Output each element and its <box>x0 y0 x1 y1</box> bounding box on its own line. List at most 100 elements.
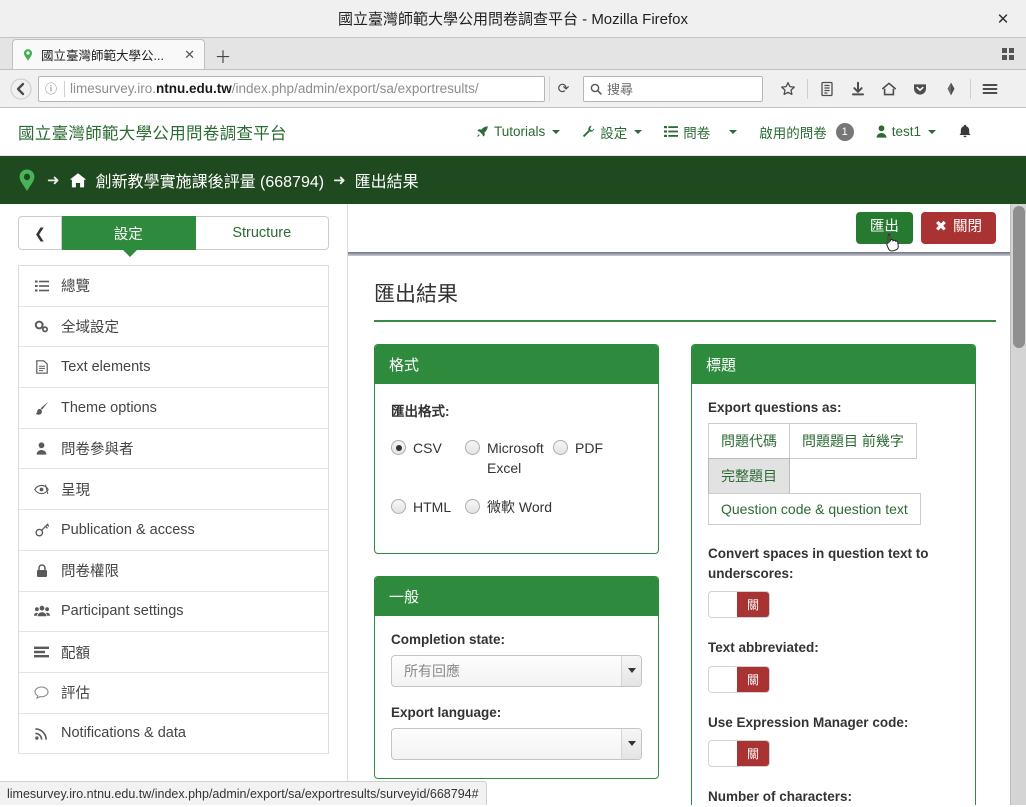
sync-icon[interactable] <box>936 75 966 103</box>
sidebar-item-global-settings[interactable]: 全域設定 <box>19 307 328 348</box>
new-tab-button[interactable]: ＋ <box>209 41 237 69</box>
bell-icon <box>958 124 972 139</box>
main-panel: 匯出 ✖ 關閉 匯出結果 格式 匯出格式: CSV Microsoft Exce… <box>348 204 1026 805</box>
sidebar-item-overview[interactable]: 總覽 <box>19 266 328 307</box>
sidebar-item-quotas[interactable]: 配額 <box>19 632 328 673</box>
export-language-select[interactable] <box>391 727 642 760</box>
convert-spaces-toggle[interactable]: 關 <box>708 591 770 619</box>
star-icon[interactable] <box>773 75 803 103</box>
app-navbar: 國立臺灣師範大學公用問卷調查平台 Tutorials 設定 問卷 啟用的問卷 1… <box>0 108 1026 156</box>
toggle-state-label: 關 <box>737 666 769 692</box>
completion-state-label: Completion state: <box>391 631 506 647</box>
nav-label-user: test1 <box>891 124 921 139</box>
pocket-icon[interactable] <box>905 75 935 103</box>
radio-pdf-input[interactable] <box>553 440 568 455</box>
tab-close-icon[interactable]: ✕ <box>181 47 198 63</box>
breadcrumb-survey[interactable]: 創新教學實施課後評量 (668794) <box>96 168 325 192</box>
chevron-down-icon <box>928 129 936 134</box>
sidebar-item-notifications-data[interactable]: Notifications & data <box>19 714 328 755</box>
question-format-full-button[interactable]: 完整題目 <box>708 458 790 494</box>
page-scrollbar[interactable] <box>1010 204 1026 805</box>
sidebar-item-publication-access[interactable]: Publication & access <box>19 510 328 551</box>
browser-tab[interactable]: 國立臺灣師範大學公... ✕ <box>12 39 205 69</box>
nav-label-tutorials: Tutorials <box>493 124 546 139</box>
sidebar-collapse-button[interactable]: ❮ <box>18 216 62 250</box>
export-format-label: 匯出格式: <box>391 404 450 419</box>
page-scrollbar-thumb[interactable] <box>1013 206 1025 348</box>
sidebar-item-label: Text elements <box>61 359 151 376</box>
close-button[interactable]: ✖ 關閉 <box>920 212 996 244</box>
radio-word-input[interactable] <box>465 498 480 514</box>
sidebar-item-survey-participants[interactable]: 問卷參與者 <box>19 429 328 470</box>
window-close-button[interactable]: ✕ <box>990 6 1016 32</box>
active-surveys-badge: 1 <box>835 122 854 141</box>
browser-titlebar: 國立臺灣師範大學公用問卷調查平台 - Mozilla Firefox ✕ <box>0 0 1026 38</box>
list-icon <box>664 125 679 138</box>
question-format-abbrev-button[interactable]: 問題題目 前幾字 <box>789 423 917 459</box>
sidebar-item-label: Participant settings <box>61 603 184 620</box>
expression-manager-toggle[interactable]: 關 <box>708 740 770 768</box>
radio-html-input[interactable] <box>391 498 406 514</box>
sidebar-tab-structure[interactable]: Structure <box>195 216 329 250</box>
site-info-icon[interactable]: ⓘ <box>43 80 59 97</box>
browser-navbar: ⓘ limesurvey.iro.ntnu.edu.tw/index.php/a… <box>0 70 1026 108</box>
nav-item-tutorials[interactable]: Tutorials <box>466 118 570 145</box>
headings-panel-body: Export questions as: 問題代碼 問題題目 前幾字 完整題目 <box>692 384 975 805</box>
nav-item-settings[interactable]: 設定 <box>572 116 652 148</box>
url-domain: ntnu.edu.tw <box>156 81 232 96</box>
toggle-state-label: 關 <box>737 592 769 618</box>
number-of-characters-label: Number of characters: <box>708 789 853 805</box>
menu-icon[interactable] <box>975 75 1005 103</box>
sidebar-tabs: ❮ 設定 Structure <box>18 216 329 250</box>
back-button[interactable] <box>6 75 36 103</box>
sidebar-item-text-elements[interactable]: Text elements <box>19 347 328 389</box>
completion-state-select[interactable]: 所有回應 <box>391 654 642 687</box>
file-text-icon <box>33 360 50 375</box>
format-panel-title: 格式 <box>375 345 658 384</box>
address-bar[interactable]: ⓘ limesurvey.iro.ntnu.edu.tw/index.php/a… <box>38 75 545 102</box>
radio-option-html[interactable]: HTML <box>391 497 465 517</box>
x-icon: ✖ <box>934 219 947 236</box>
home-icon[interactable] <box>69 172 87 189</box>
export-button[interactable]: 匯出 <box>855 212 913 244</box>
headings-panel-title: 標題 <box>692 345 975 384</box>
text-abbreviated-toggle[interactable]: 關 <box>708 665 770 693</box>
limesurvey-logo-icon[interactable] <box>16 168 38 192</box>
sidebar-item-survey-permissions[interactable]: 問卷權限 <box>19 551 328 592</box>
url-separator <box>64 80 65 97</box>
sidebar-item-presentation[interactable]: 呈現 <box>19 469 328 511</box>
home-icon[interactable] <box>874 75 904 103</box>
nav-item-surveys[interactable]: 問卷 <box>654 116 747 148</box>
reload-button[interactable]: ⟳ <box>549 75 577 102</box>
eye-slash-icon <box>33 484 50 495</box>
main-toolbar: 匯出 ✖ 關閉 <box>348 204 1026 252</box>
search-bar[interactable]: 搜尋 <box>583 75 763 102</box>
grid-view-icon[interactable] <box>998 44 1018 64</box>
radio-option-word[interactable]: 微軟 Word <box>465 497 553 517</box>
sidebar-item-label: 呈現 <box>61 482 90 499</box>
radio-csv-input[interactable] <box>391 440 406 455</box>
question-format-code-button[interactable]: 問題代碼 <box>708 423 790 459</box>
sidebar-item-label: 總覽 <box>61 279 90 296</box>
nav-item-user[interactable]: test1 <box>866 118 946 145</box>
chevron-down-icon[interactable] <box>621 655 641 686</box>
sidebar-item-theme-options[interactable]: Theme options <box>19 388 328 429</box>
radio-option-csv[interactable]: CSV <box>391 438 465 479</box>
user-icon <box>33 442 50 455</box>
radio-option-excel[interactable]: Microsoft Excel <box>465 438 553 479</box>
app-brand[interactable]: 國立臺灣師範大學公用問卷調查平台 <box>18 120 287 144</box>
library-icon[interactable] <box>812 75 842 103</box>
title-rule <box>374 320 996 322</box>
nav-item-notifications[interactable] <box>948 118 982 145</box>
content-area: ❮ 設定 Structure 總覽 全域設定 Text elements The… <box>0 204 1026 805</box>
sidebar-menu: 總覽 全域設定 Text elements Theme options 問卷參與… <box>18 265 329 755</box>
sidebar-item-assessments[interactable]: 評估 <box>19 673 328 714</box>
sidebar-item-participant-settings[interactable]: Participant settings <box>19 592 328 633</box>
nav-item-active-surveys[interactable]: 啟用的問卷 1 <box>749 116 864 148</box>
radio-excel-input[interactable] <box>465 440 480 455</box>
sidebar-tab-settings[interactable]: 設定 <box>62 216 196 250</box>
chevron-down-icon[interactable] <box>621 728 641 759</box>
radio-option-pdf[interactable]: PDF <box>553 438 633 479</box>
question-format-code-and-text-button[interactable]: Question code & question text <box>708 493 921 525</box>
downloads-icon[interactable] <box>843 75 873 103</box>
